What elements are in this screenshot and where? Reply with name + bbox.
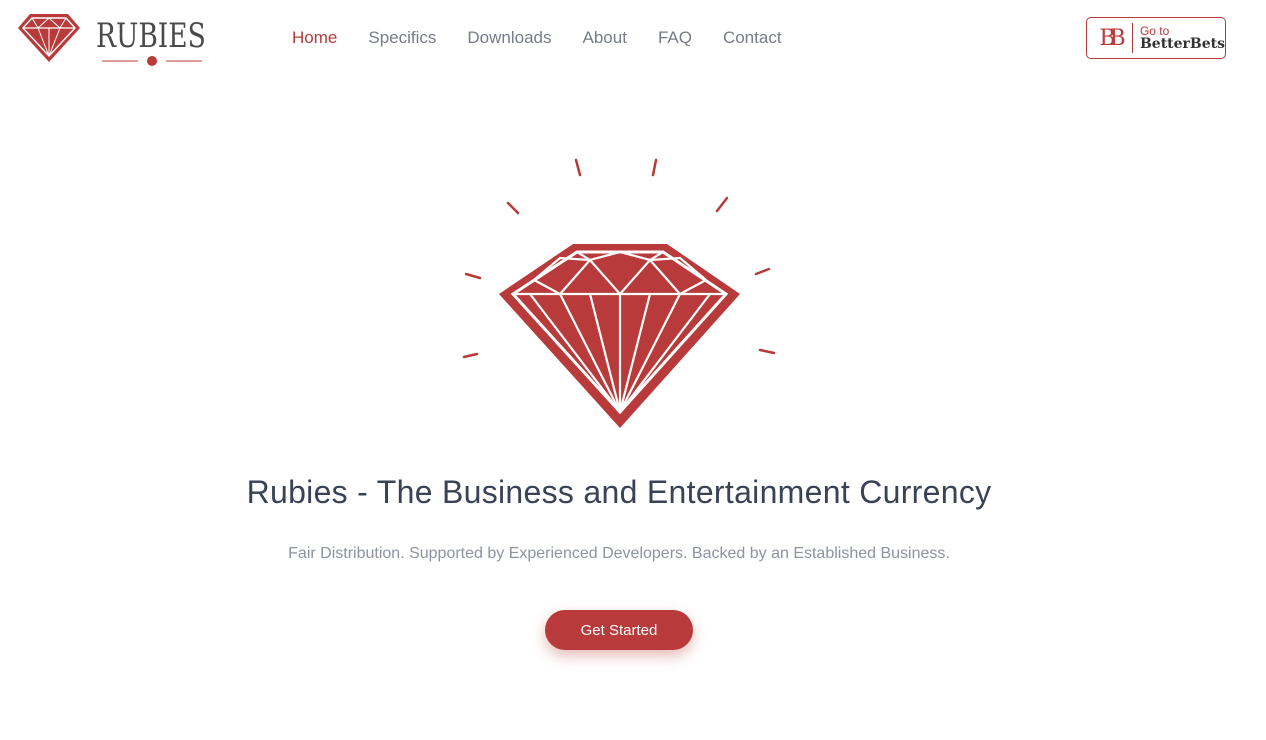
nav-item-about[interactable]: About: [583, 28, 627, 48]
betterbets-button[interactable]: BB Go to BetterBets: [1086, 17, 1226, 59]
site-header: RUBIES Home Specifics Downloads About FA…: [0, 0, 1266, 80]
main-nav: Home Specifics Downloads About FAQ Conta…: [292, 28, 813, 48]
get-started-button[interactable]: Get Started: [545, 610, 693, 650]
logo[interactable]: RUBIES: [16, 12, 216, 72]
logo-ornament: [102, 56, 202, 66]
betterbets-text: Go to BetterBets: [1133, 25, 1225, 52]
diamond-icon: [462, 158, 776, 428]
betterbets-logo-icon: BB: [1099, 25, 1125, 51]
nav-item-specifics[interactable]: Specifics: [368, 28, 436, 48]
nav-item-faq[interactable]: FAQ: [658, 28, 692, 48]
logo-wordmark: RUBIES: [96, 16, 206, 56]
nav-item-downloads[interactable]: Downloads: [467, 28, 551, 48]
nav-item-home[interactable]: Home: [292, 28, 337, 48]
hero-subheadline: Fair Distribution. Supported by Experien…: [288, 545, 950, 562]
logo-diamond-icon: [18, 14, 80, 62]
hero-headline: Rubies - The Business and Entertainment …: [246, 474, 992, 510]
betterbets-label: BetterBets: [1139, 36, 1225, 52]
nav-item-contact[interactable]: Contact: [723, 28, 782, 48]
